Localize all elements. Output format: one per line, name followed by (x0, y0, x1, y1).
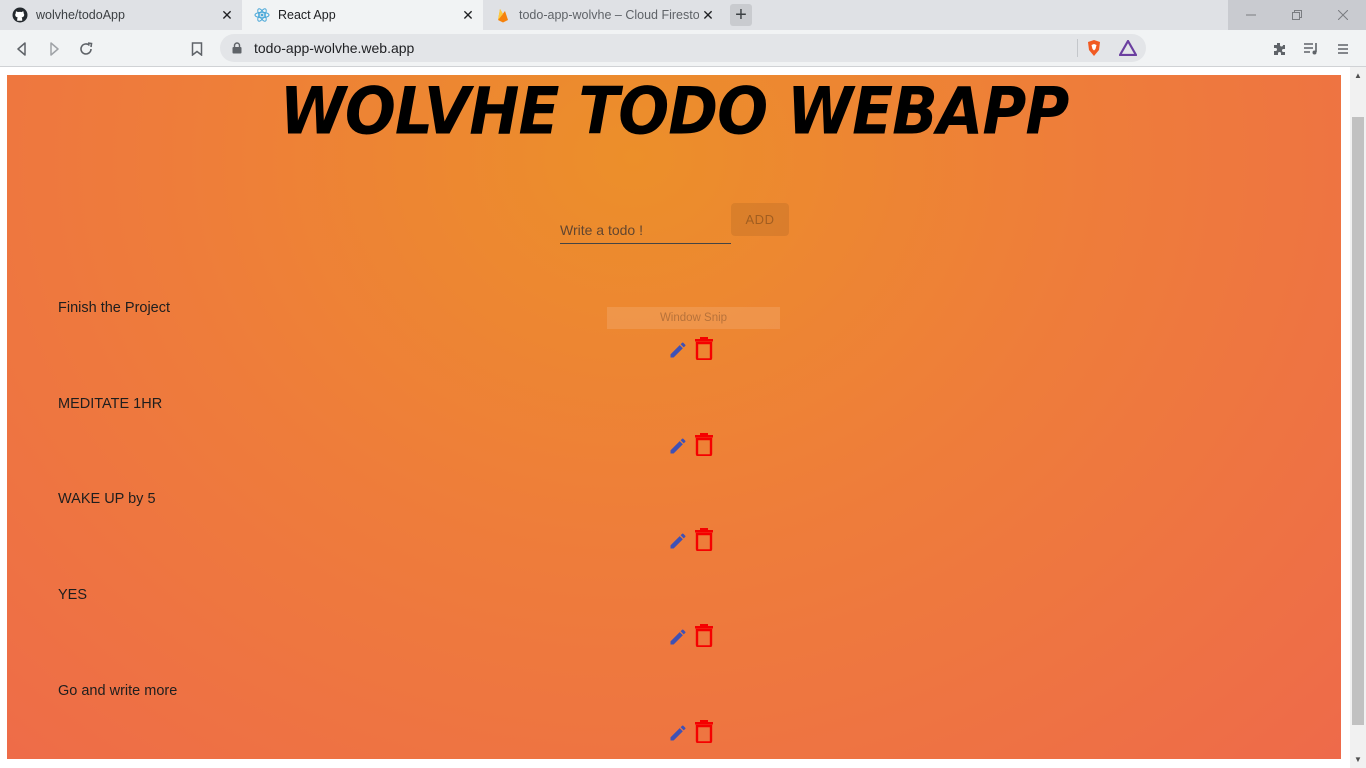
close-window-icon[interactable] (1320, 0, 1366, 30)
restore-icon[interactable] (1274, 0, 1320, 30)
todo-input-field (560, 207, 731, 244)
minimize-icon[interactable] (1228, 0, 1274, 30)
list-item: MEDITATE 1HR (7, 396, 1341, 476)
close-icon[interactable]: ✕ (699, 6, 717, 24)
bookmark-icon[interactable] (186, 38, 208, 60)
window-snip-overlay: Window Snip (607, 307, 780, 329)
github-icon (12, 7, 28, 23)
menu-icon[interactable] (1332, 38, 1354, 60)
media-controls-icon[interactable] (1300, 38, 1322, 60)
edit-icon[interactable] (668, 436, 688, 456)
vertical-scrollbar[interactable]: ▲ ▼ (1350, 67, 1366, 768)
delete-icon[interactable] (694, 719, 714, 743)
tab-firestore[interactable]: todo-app-wolvhe – Cloud Firestore ✕ (483, 0, 723, 30)
tab-title: todo-app-wolvhe – Cloud Firestore (519, 8, 699, 22)
address-bar[interactable]: todo-app-wolvhe.web.app (220, 34, 1146, 62)
new-tab-button[interactable]: + (730, 4, 752, 26)
page-title: WOLVHE TODO WEBAPP (279, 75, 1070, 150)
close-icon[interactable]: ✕ (459, 6, 477, 24)
tab-github[interactable]: wolvhe/todoApp ✕ (0, 0, 242, 30)
tab-title: wolvhe/todoApp (36, 8, 125, 22)
back-icon[interactable] (11, 38, 33, 60)
delete-icon[interactable] (694, 623, 714, 647)
delete-icon[interactable] (694, 432, 714, 456)
lock-icon (232, 42, 246, 54)
extensions-icon[interactable] (1268, 38, 1290, 60)
todo-text: Go and write more (58, 683, 178, 699)
firebase-icon (495, 7, 511, 23)
tab-strip: wolvhe/todoApp ✕ React App ✕ todo-app-wo… (0, 0, 1366, 30)
todo-text: WAKE UP by 5 (58, 491, 156, 507)
edit-icon[interactable] (668, 723, 688, 743)
tab-title: React App (278, 8, 336, 22)
scroll-thumb[interactable] (1352, 117, 1364, 725)
list-item: YES (7, 587, 1341, 667)
add-button[interactable]: ADD (731, 203, 789, 236)
reload-icon[interactable] (75, 38, 97, 60)
brave-rewards-icon[interactable] (1118, 38, 1138, 58)
delete-icon[interactable] (694, 527, 714, 551)
forward-icon[interactable] (43, 38, 65, 60)
window-controls (1228, 0, 1366, 30)
url-text: todo-app-wolvhe.web.app (254, 40, 415, 56)
edit-icon[interactable] (668, 531, 688, 551)
react-icon (254, 7, 270, 23)
edit-icon[interactable] (668, 627, 688, 647)
todo-input[interactable] (560, 219, 731, 241)
list-item: WAKE UP by 5 (7, 491, 1341, 571)
tab-react-app[interactable]: React App ✕ (242, 0, 483, 30)
brave-shields-icon[interactable] (1084, 38, 1104, 58)
delete-icon[interactable] (694, 336, 714, 360)
divider (1077, 39, 1078, 57)
todo-text: YES (58, 587, 88, 603)
close-icon[interactable]: ✕ (218, 6, 236, 24)
todo-text: Finish the Project (58, 300, 171, 316)
list-item: Go and write more (7, 683, 1341, 759)
todo-text: MEDITATE 1HR (58, 396, 163, 412)
edit-icon[interactable] (668, 340, 688, 360)
todo-app: WOLVHE TODO WEBAPP ADD Finish the Projec… (7, 75, 1341, 759)
page-viewport: WOLVHE TODO WEBAPP ADD Finish the Projec… (0, 67, 1350, 768)
scroll-down-icon[interactable]: ▼ (1350, 751, 1366, 768)
browser-toolbar: todo-app-wolvhe.web.app (0, 30, 1366, 67)
scroll-up-icon[interactable]: ▲ (1350, 67, 1366, 84)
